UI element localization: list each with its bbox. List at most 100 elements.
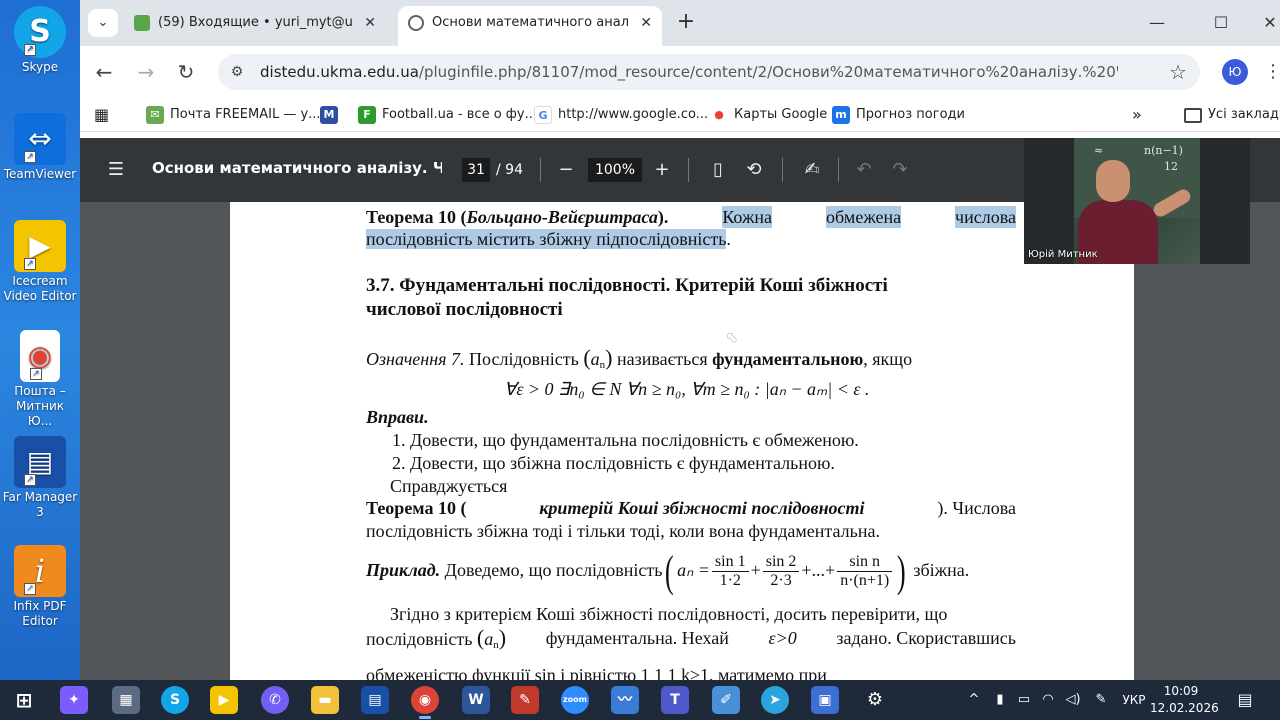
clock[interactable]: 10:09 12.02.2026 xyxy=(1150,683,1219,717)
copilot-icon[interactable]: ✦ xyxy=(60,686,88,714)
word-icon[interactable]: W xyxy=(462,686,490,714)
bookmark-label: http://www.google.co... xyxy=(558,107,709,122)
bookmark-weather[interactable]: m Прогноз погоди xyxy=(832,105,965,125)
teams-icon[interactable]: T xyxy=(661,686,689,714)
desktop-icon-skype[interactable]: S ↗ Skype xyxy=(0,6,80,75)
zoom-out-icon[interactable]: − xyxy=(554,158,578,182)
text: збіжна. xyxy=(908,560,970,580)
bookmark-football[interactable]: F Football.ua - все о фу... xyxy=(358,105,537,125)
desktop: S ↗ Skype ⇔ ↗ TeamViewer ▶ ↗ Icecream Video… xyxy=(0,0,80,680)
bookmarks-overflow[interactable]: » xyxy=(1132,105,1142,125)
close-icon[interactable]: ✕ xyxy=(640,6,652,40)
reload-icon[interactable]: ↻ xyxy=(172,58,200,86)
page-number-input[interactable]: 31 xyxy=(462,158,490,182)
desktop-icon-mail[interactable]: ◉ ↗ Пошта – Митник Ю... xyxy=(0,330,80,429)
start-icon[interactable]: ⊞ xyxy=(10,686,38,714)
text: , якщо xyxy=(863,349,913,369)
usb-icon[interactable]: ▮ xyxy=(992,690,1008,710)
notes-icon[interactable]: ✐ xyxy=(712,686,740,714)
bookmark-freemail[interactable]: ✉ Почта FREEMAIL — у... xyxy=(146,105,321,125)
bookmark-google[interactable]: Ghttp://www.google.co... xyxy=(534,105,708,125)
google-icon: G xyxy=(534,106,552,124)
language-indicator[interactable]: УКР xyxy=(1118,690,1150,710)
maximize-button[interactable]: ☐ xyxy=(1206,10,1236,36)
bookmark-m[interactable]: M xyxy=(320,105,338,125)
desktop-icon-far[interactable]: ▤ ↗ Far Manager 3 xyxy=(0,436,80,520)
desktop-icon-teamviewer[interactable]: ⇔ ↗ TeamViewer xyxy=(0,113,80,182)
clock-time: 10:09 xyxy=(1163,684,1199,698)
punct: . xyxy=(726,229,731,249)
network-icon[interactable]: ▭ xyxy=(1016,690,1032,710)
forward-icon[interactable]: → xyxy=(132,58,160,86)
desktop-icon-icecream[interactable]: ▶ ↗ Icecream Video Editor xyxy=(0,220,80,304)
settings-icon[interactable]: ⚙ xyxy=(861,686,889,714)
close-icon[interactable]: ✕ xyxy=(364,6,376,40)
webcam-overlay[interactable]: n(n−1) 12 ≈ Юрій Митник xyxy=(1024,138,1250,264)
paint-icon[interactable]: ✎ xyxy=(511,686,539,714)
map-pin-icon: ● xyxy=(710,106,728,124)
person-head xyxy=(1096,160,1130,202)
theorem-name: критерій Коші збіжності послідовності xyxy=(539,498,865,518)
undo-icon[interactable]: ↶ xyxy=(852,158,876,182)
epsilon: ε>0 xyxy=(768,628,797,648)
all-bookmarks[interactable]: Усі закладки xyxy=(1184,105,1280,125)
video-app-icon[interactable]: ▣ xyxy=(811,686,839,714)
formula-dots: +...+ xyxy=(801,560,836,580)
annotate-icon[interactable]: ✍ xyxy=(800,158,824,182)
text: Послідовність xyxy=(464,349,584,369)
volume-icon[interactable]: ◁) xyxy=(1064,690,1082,710)
chrome-doc-icon: ◉ ↗ xyxy=(20,330,60,382)
m-logo-icon: M xyxy=(320,106,338,124)
bookmark-star-icon[interactable]: ☆ xyxy=(1166,60,1190,84)
tab-search-button[interactable]: ⌄ xyxy=(88,9,118,37)
telegram-icon[interactable]: ➤ xyxy=(761,686,789,714)
meteo-icon: m xyxy=(832,106,850,124)
calculator-icon[interactable]: ▦ xyxy=(112,686,140,714)
theorem-bolzano-line2: послідовність містить збіжну підпослідов… xyxy=(366,228,1016,250)
page-total: / 94 xyxy=(496,162,523,178)
tab-pdf[interactable]: Основи математичного аналізу. Ч ✕ xyxy=(398,6,662,46)
new-tab-button[interactable]: + xyxy=(672,9,700,37)
pdf-title: Основи математичного аналізу. Ч.1. ... xyxy=(152,159,442,177)
site-info-icon[interactable]: ⚙ xyxy=(228,63,246,81)
skype-icon[interactable]: S xyxy=(161,686,189,714)
football-icon: F xyxy=(358,106,376,124)
bookmark-label: Почта FREEMAIL — у... xyxy=(170,107,321,122)
close-window-button[interactable]: ✕ xyxy=(1260,10,1280,36)
pdf-viewport[interactable]: Теорема 10 (Больцано-Вейєрштраса). Кожна… xyxy=(80,202,1280,680)
tab-mail[interactable]: (59) Входящие • yuri_myt@ukr.net ✕ xyxy=(124,6,386,40)
bookmark-maps[interactable]: ● Карты Google xyxy=(710,105,827,125)
skype-icon: S ↗ xyxy=(14,6,66,58)
theorem-label: Теорема 10 ( xyxy=(366,207,467,227)
tray-overflow-icon[interactable]: ^ xyxy=(966,690,982,710)
pen-icon[interactable]: ✎ xyxy=(1092,690,1110,710)
profile-avatar[interactable]: Ю xyxy=(1222,59,1248,85)
whiteboard-icon[interactable]: 〰 xyxy=(611,686,639,714)
hamburger-menu-icon[interactable]: ☰ xyxy=(104,158,128,182)
pdf-page[interactable]: Теорема 10 (Больцано-Вейєрштраса). Кожна… xyxy=(230,202,1134,680)
back-icon[interactable]: ← xyxy=(90,58,118,86)
wifi-icon[interactable]: ◠ xyxy=(1040,690,1056,710)
address-bar[interactable]: ⚙ distedu.ukma.edu.ua/pluginfile.php/811… xyxy=(218,54,1200,90)
section-heading: 3.7. Фундаментальні послідовності. Крите… xyxy=(366,275,888,296)
redo-icon[interactable]: ↷ xyxy=(888,158,912,182)
apps-icon[interactable]: ▦ xyxy=(94,105,109,125)
paragraph: Згідно з критерієм Коші збіжності послід… xyxy=(390,604,948,624)
zoom-input[interactable]: 100% xyxy=(588,158,642,182)
rotate-icon[interactable]: ⟲ xyxy=(742,158,766,182)
viber-icon[interactable]: ✆ xyxy=(261,686,289,714)
file-explorer-icon[interactable]: ▬ xyxy=(311,686,339,714)
far-manager-icon[interactable]: ▤ xyxy=(361,686,389,714)
zoom-icon[interactable]: zoom xyxy=(561,686,589,714)
icecream-icon[interactable]: ▶ xyxy=(210,686,238,714)
desktop-icon-infix[interactable]: i ↗ Infix PDF Editor xyxy=(0,545,80,629)
notifications-icon[interactable]: ▤ xyxy=(1234,690,1256,710)
zoom-in-icon[interactable]: + xyxy=(650,158,674,182)
chrome-icon[interactable]: ◉ xyxy=(411,686,439,719)
url-text[interactable]: distedu.ukma.edu.ua/pluginfile.php/81107… xyxy=(260,54,1118,90)
fit-page-icon[interactable]: ▯ xyxy=(706,158,730,182)
bookmarks-bar: ▦ ✉ Почта FREEMAIL — у... M F Football.ua … xyxy=(80,98,1280,132)
menu-icon[interactable]: ⋮ xyxy=(1264,58,1280,86)
minimize-button[interactable]: — xyxy=(1142,10,1172,36)
desktop-icon-label: Пошта – Митник Ю... xyxy=(14,384,66,428)
